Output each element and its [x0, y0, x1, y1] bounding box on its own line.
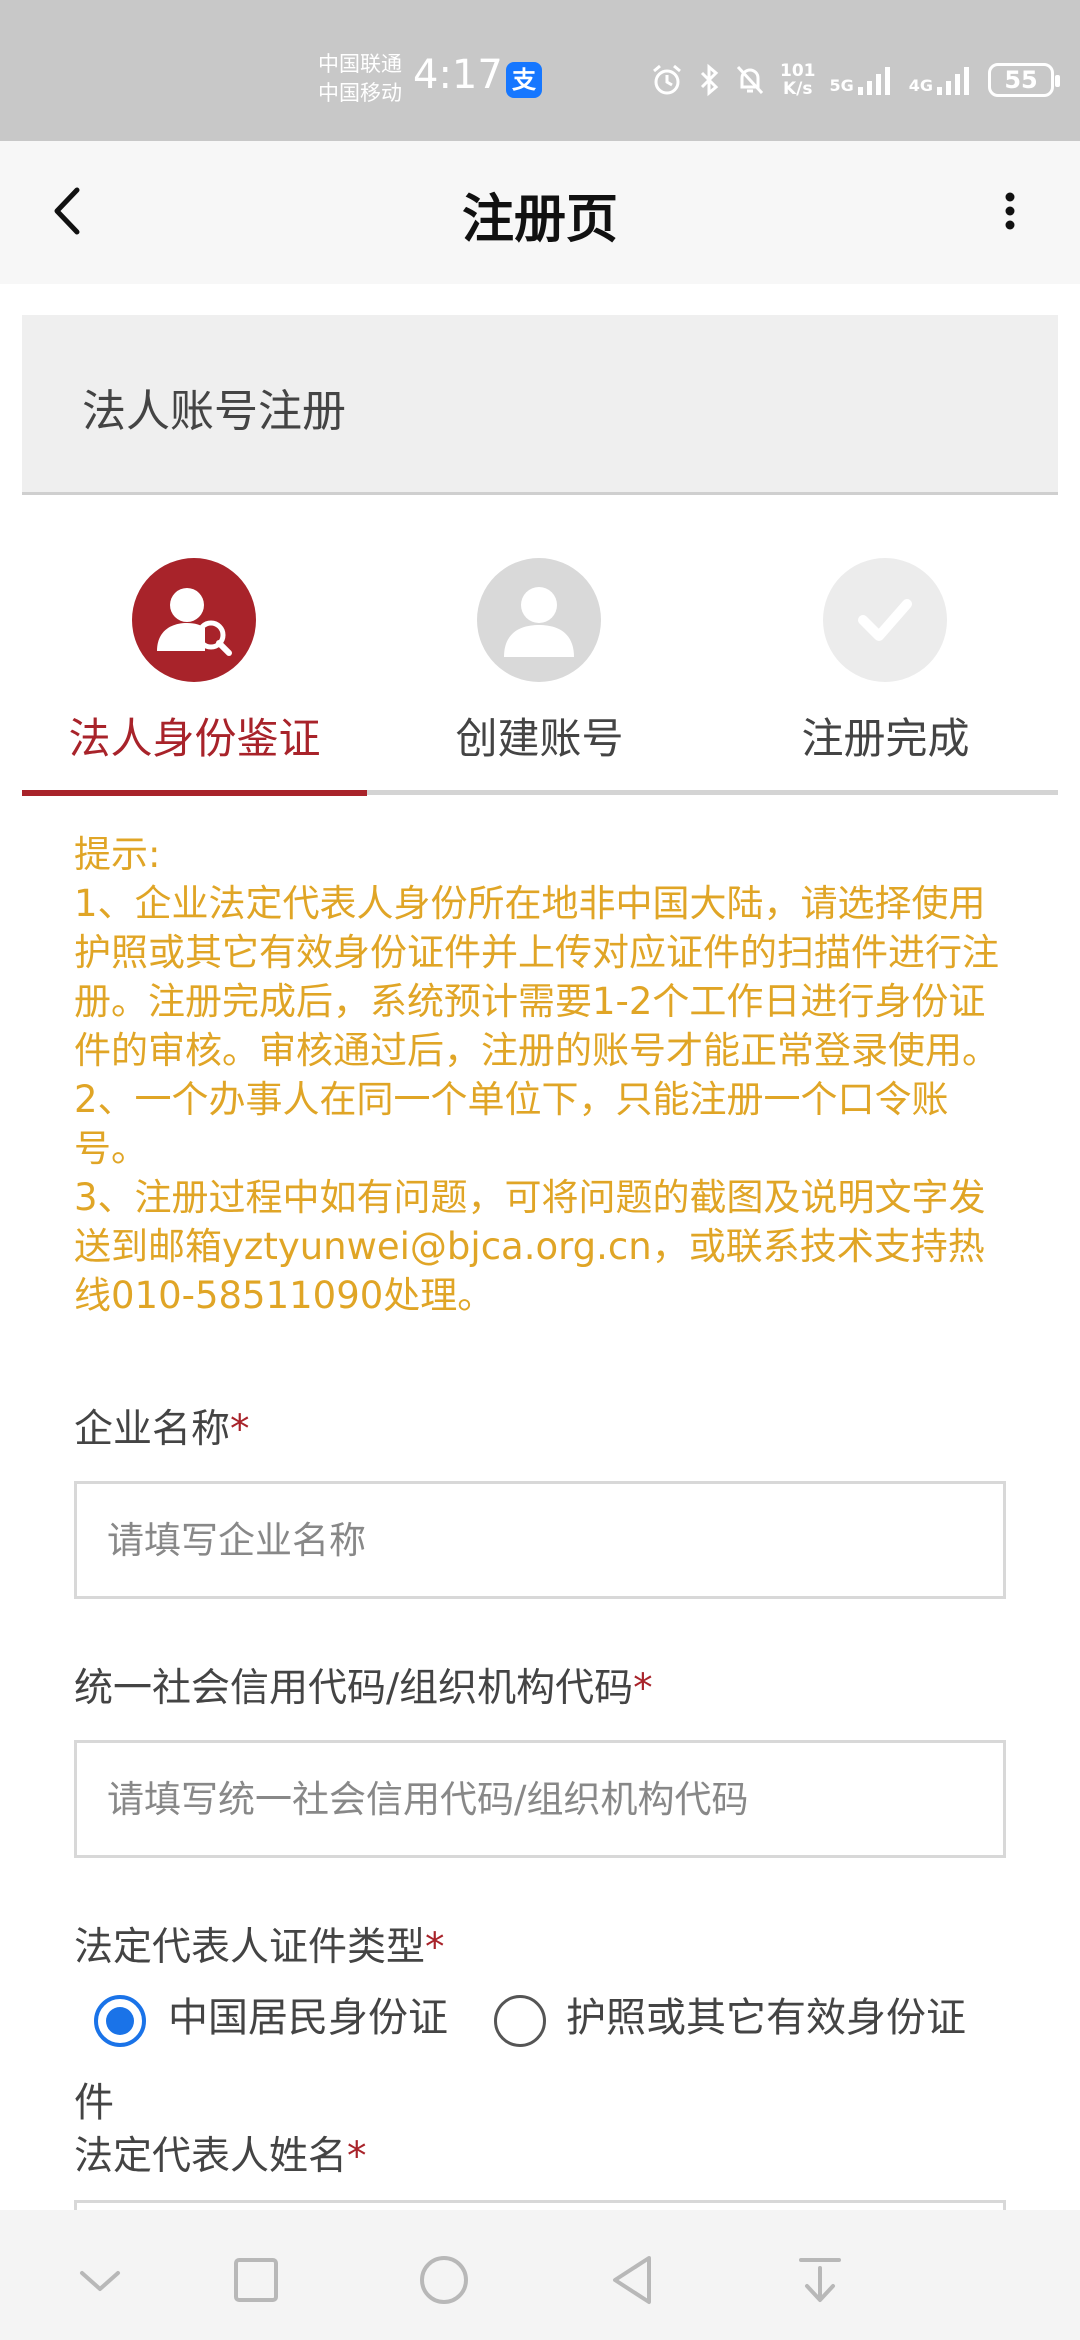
network-speed-unit: K/s: [782, 79, 813, 99]
mute-bell-icon: [736, 65, 764, 95]
legal-rep-name-label-text: 法定代表人姓名: [74, 2134, 348, 2179]
registration-steps: 法人身份鉴证 创建账号 注册完成: [22, 555, 1058, 796]
circle-icon: [420, 2256, 468, 2304]
step-create-account: 创建账号: [367, 555, 712, 795]
triangle-back-icon: [613, 2256, 651, 2304]
battery-icon: 55: [988, 63, 1061, 97]
id-type-radio-group: 中国居民身份证 护照或其它有效身份证: [94, 1985, 1034, 2055]
signal-bars-icon: [857, 67, 890, 95]
step-label: 创建账号: [455, 714, 624, 763]
required-mark: *: [347, 2134, 367, 2179]
nav-recents-button[interactable]: [216, 2240, 296, 2320]
step-label: 注册完成: [801, 714, 970, 763]
section-title: 法人账号注册: [82, 386, 346, 437]
status-time: 4:17: [413, 52, 503, 98]
credit-code-label-text: 统一社会信用代码/组织机构代码: [74, 1666, 634, 1711]
signal-4g-label: 4G: [908, 76, 934, 95]
radio-passport-other-label-wrap[interactable]: 件: [74, 2070, 114, 2128]
user-search-icon: [132, 558, 256, 682]
step-identity-verification: 法人身份鉴证: [22, 555, 367, 795]
checkmark-icon: [823, 558, 947, 682]
notice-item-2: 2、一个办事人在同一个单位下，只能注册一个口令账号。: [74, 1078, 949, 1170]
status-icons: 101 K/s 5G 4G 55: [650, 60, 1061, 100]
bluetooth-icon: [700, 63, 719, 97]
square-icon: [234, 2258, 278, 2302]
notice-heading: 提示:: [74, 833, 161, 876]
alarm-icon: [653, 64, 681, 95]
steps-progress-active: [22, 790, 367, 796]
more-vertical-icon: [1005, 192, 1015, 230]
nav-notification-pull-button[interactable]: [780, 2240, 860, 2320]
carrier-2: 中国移动: [318, 81, 402, 105]
signal-5g-label: 5G: [829, 76, 854, 95]
registration-notice: 提示: 1、企业法定代表人身份所在地非中国大陆，请选择使用护照或其它有效身份证件…: [74, 830, 1014, 1320]
steps-progress-track: [22, 790, 1058, 796]
section-header: 法人账号注册: [22, 315, 1058, 495]
user-icon: [477, 558, 601, 682]
id-type-label: 法定代表人证件类型*: [74, 1916, 445, 1972]
status-bar: 中国联通 中国移动 4:17 支 101 K/s 5G 4G 55: [0, 0, 1080, 141]
signal-4g: 4G: [909, 65, 974, 95]
step-registration-complete: 注册完成: [713, 555, 1058, 795]
more-options-button[interactable]: [990, 181, 1030, 241]
credit-code-label: 统一社会信用代码/组织机构代码*: [74, 1657, 653, 1713]
company-name-label-text: 企业名称: [74, 1407, 231, 1452]
alipay-notification-icon: 支: [506, 62, 542, 98]
step-label: 法人身份鉴证: [68, 714, 321, 763]
signal-bars-icon: [937, 67, 970, 95]
company-name-input[interactable]: [74, 1481, 1006, 1599]
required-mark: *: [633, 1666, 653, 1711]
page-title: 注册页: [461, 190, 618, 250]
legal-rep-name-label: 法定代表人姓名*: [74, 2125, 367, 2181]
radio-passport-other-label[interactable]: 护照或其它有效身份证: [566, 1985, 966, 2043]
pull-down-icon: [799, 2258, 841, 2302]
carrier-1: 中国联通: [318, 52, 402, 76]
required-mark: *: [230, 1407, 250, 1452]
signal-5g: 5G: [830, 65, 895, 95]
nav-back-button[interactable]: [592, 2240, 672, 2320]
network-speed: 101 K/s: [780, 62, 816, 98]
system-nav-bar: [0, 2210, 1080, 2340]
radio-resident-id[interactable]: [94, 1995, 146, 2047]
credit-code-input[interactable]: [74, 1740, 1006, 1858]
notice-item-1: 1、企业法定代表人身份所在地非中国大陆，请选择使用护照或其它有效身份证件并上传对…: [74, 882, 999, 1072]
notice-item-3: 3、注册过程中如有问题，可将问题的截图及说明文字发送到邮箱yztyunwei@b…: [74, 1176, 986, 1317]
radio-passport-other[interactable]: [494, 1995, 546, 2047]
nav-collapse-button[interactable]: [60, 2240, 140, 2320]
id-type-label-text: 法定代表人证件类型: [74, 1925, 426, 1970]
chevron-down-icon: [80, 2271, 120, 2291]
company-name-label: 企业名称*: [74, 1398, 250, 1454]
network-speed-value: 101: [780, 61, 816, 81]
carrier-names: 中国联通 中国移动: [318, 50, 402, 108]
nav-home-button[interactable]: [404, 2240, 484, 2320]
radio-resident-id-label[interactable]: 中国居民身份证: [168, 1985, 448, 2043]
required-mark: *: [425, 1925, 445, 1970]
app-bar: 注册页: [0, 141, 1080, 284]
